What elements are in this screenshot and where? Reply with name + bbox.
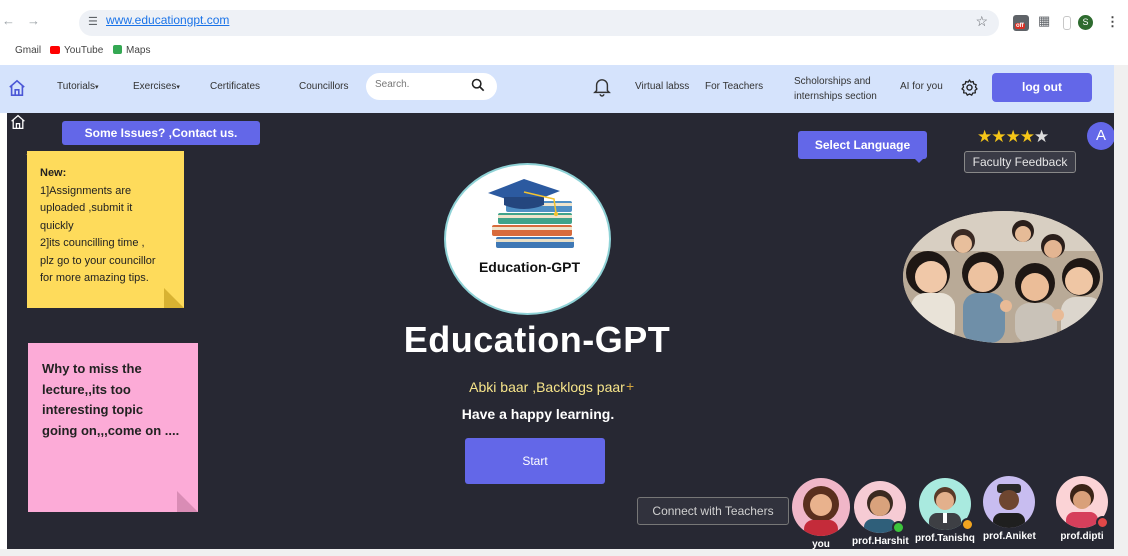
page-fold [177,491,198,512]
site-settings-icon[interactable]: ☰ [88,15,98,28]
browser-menu-icon[interactable]: ⋮ [1106,14,1122,30]
contact-us-button[interactable]: Some Issues? ,Contact us. [62,121,260,145]
students-photo [903,211,1103,343]
back-icon[interactable]: ← [2,13,15,28]
reminder-line: lecture,,its too [42,381,131,397]
nav-tutorials[interactable]: Tutorials▾ [57,81,99,92]
nav-councillors[interactable]: Councillors [299,81,348,92]
star-filled-icon: ★ [991,127,1006,146]
maps-icon [113,45,122,54]
reminder-line: interesting topic [42,402,144,417]
home-icon[interactable] [8,79,26,97]
away-status-dot [961,518,974,531]
url-text[interactable]: www.educationgpt.com [106,13,229,27]
bookmark-youtube[interactable]: YouTube [50,45,103,56]
notice-title: New: [40,167,67,179]
address-bar[interactable]: ☰ www.educationgpt.com ☆ [79,10,999,36]
bookmark-star-icon[interactable]: ☆ [975,13,988,30]
bookmark-maps[interactable]: Maps [113,45,150,56]
star-filled-icon: ★ [1005,127,1021,146]
notice-line: 1]Assignments are [40,184,132,197]
user-avatar[interactable]: A [1087,122,1114,150]
settings-gear-icon[interactable] [960,78,979,97]
teacher-you[interactable]: you [792,478,850,549]
notice-sticky-note: New: 1]Assignments are uploaded ,submit … [27,151,184,308]
star-empty-icon: ★ [1034,127,1049,146]
star-filled-icon: ★ [1019,127,1035,146]
page-fold [164,288,184,308]
site-navbar: Tutorials▾ Exercises▾ Certificates Counc… [0,65,1128,113]
books-graduation-cap-icon [488,179,574,248]
logo-text: Education-GPT [478,259,581,275]
page-title: Education-GPT [403,319,671,360]
reminder-line: Why to miss the [42,361,142,376]
notice-line: uploaded ,submit it [40,202,133,214]
notice-line: for more amazing tips. [40,272,149,284]
nav-certificates[interactable]: Certificates [210,81,260,92]
nav-virtual-labs[interactable]: Virtual labss [635,81,689,92]
teacher-harshit[interactable]: prof.Harshit [852,481,909,547]
nav-for-teachers[interactable]: For Teachers [705,81,763,92]
bell-icon[interactable] [593,77,611,97]
bookmark-gmail[interactable]: Gmail [15,45,41,56]
avatar [792,478,850,536]
search-icon[interactable] [471,78,485,92]
site-logo: Education-GPT [444,163,611,315]
nav-scholarships[interactable]: Scholorships and internships section [794,74,894,104]
online-status-dot [892,521,905,534]
avatar [983,476,1036,528]
sparkle-icon: + [626,378,635,394]
nav-exercises[interactable]: Exercises▾ [133,81,180,92]
connect-with-teachers-button[interactable]: Connect with Teachers [637,497,789,525]
extensions-puzzle-icon[interactable]: ▦ [1038,13,1054,29]
home-icon[interactable] [10,114,26,130]
notice-line: plz go to your councillor [40,254,156,267]
rating-stars: ★★★★★ [977,127,1049,147]
subtitle: Have a happy learning. [461,406,615,422]
forward-icon[interactable]: → [27,13,40,28]
reminder-sticky-note: Why to miss the lecture,,its too interes… [28,343,198,512]
reminder-line: going on,,,come on .... [42,422,180,438]
teacher-dipti[interactable]: prof.dipti [1056,476,1109,542]
nav-ai-for-you[interactable]: AI for you [900,81,943,92]
teacher-aniket[interactable]: prof.Aniket [983,476,1036,542]
tagline: Abki baar ,Backlogs paar [469,379,625,395]
sidebar-toggle-icon[interactable] [1063,16,1071,30]
tooltip-tail [913,157,925,163]
extension-off-icon[interactable]: off [1013,15,1029,31]
search-input[interactable] [375,79,465,90]
horizontal-scrollbar[interactable] [0,549,1128,556]
faculty-feedback-button[interactable]: Faculty Feedback [964,151,1076,173]
star-filled-icon: ★ [977,127,992,146]
youtube-icon [50,46,60,54]
teacher-tanishq[interactable]: prof.Tanishq [915,478,975,544]
select-language-button[interactable]: Select Language [798,131,927,159]
browser-chrome: ← → ☰ www.educationgpt.com ☆ off ▦ S ⋮ G… [0,0,1128,65]
profile-avatar[interactable]: S [1078,15,1093,30]
notice-line: quickly [40,219,74,232]
vertical-scrollbar[interactable] [1114,65,1128,556]
logout-button[interactable]: log out [992,73,1092,102]
search-box [366,73,497,100]
busy-status-dot [1096,516,1109,529]
hero-section: Some Issues? ,Contact us. ✦ New: 1]Assig… [7,113,1114,549]
start-button[interactable]: Start [465,438,605,484]
notice-line: 2]its councilling time , [40,237,145,249]
